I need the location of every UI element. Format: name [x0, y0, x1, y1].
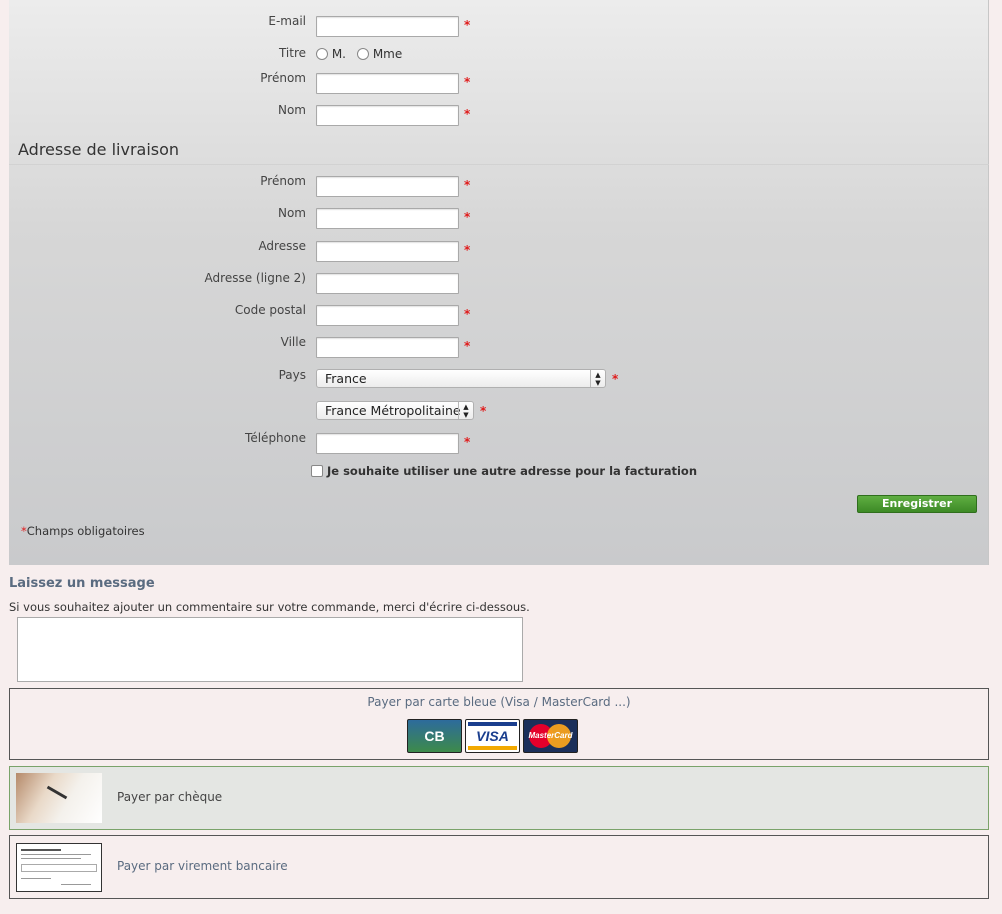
cb-logo-text: CB: [424, 728, 445, 744]
required-star: *: [464, 75, 471, 89]
select-arrows-icon: ▲ ▼: [590, 370, 605, 387]
titre-label: Titre: [278, 46, 306, 60]
address-form-panel: E-mail * Titre M. Mme Prénom * Nom * Adr…: [9, 0, 989, 565]
pay-card-label: Payer par carte bleue (Visa / MasterCard…: [367, 695, 631, 709]
visa-stripe-top: [468, 722, 517, 726]
titre-option-mme: Mme: [372, 47, 403, 61]
cb-card-logo: CB: [407, 719, 462, 753]
code-postal-label: Code postal: [234, 303, 306, 317]
visa-stripe-bottom: [468, 746, 517, 750]
billing-address-checkbox[interactable]: [311, 465, 323, 477]
pay-virement-option[interactable]: Payer par virement bancaire: [9, 835, 989, 899]
select-arrows-icon: ▲ ▼: [458, 402, 473, 419]
adresse-row: Adresse *: [9, 239, 988, 262]
adresse2-row: Adresse (ligne 2): [9, 271, 988, 294]
cheque-image: [16, 773, 102, 823]
doc-line-icon: [21, 849, 61, 851]
nom-row: Nom *: [9, 103, 988, 126]
email-row: E-mail *: [9, 14, 988, 37]
section-title-shipping: Adresse de livraison: [18, 140, 180, 159]
code-postal-row: Code postal *: [9, 303, 988, 326]
adresse2-input[interactable]: [316, 273, 459, 294]
shipping-nom-input[interactable]: [316, 208, 459, 229]
telephone-input[interactable]: [316, 433, 459, 454]
pay-cheque-option[interactable]: Payer par chèque: [9, 766, 989, 830]
message-title: Laissez un message: [9, 576, 155, 591]
region-row: France Métropolitaine ▲ ▼ *: [9, 400, 988, 422]
visa-card-logo: VISA: [465, 719, 520, 753]
titre-radio-m[interactable]: M.: [316, 47, 346, 61]
message-subtitle: Si vous souhaitez ajouter un commentaire…: [9, 600, 530, 614]
titre-row: Titre M. Mme: [9, 46, 988, 68]
telephone-row: Téléphone *: [9, 431, 988, 454]
doc-line-icon: [21, 854, 91, 855]
pays-select[interactable]: France ▲ ▼: [316, 369, 606, 388]
required-star: *: [464, 243, 471, 257]
radio-icon[interactable]: [357, 48, 369, 60]
doc-line-icon: [21, 858, 81, 859]
billing-address-checkbox-label[interactable]: Je souhaite utiliser une autre adresse p…: [327, 464, 697, 478]
pay-virement-label: Payer par virement bancaire: [117, 859, 288, 873]
doc-line-icon: [21, 878, 51, 879]
region-select-value: France Métropolitaine: [325, 403, 461, 418]
radio-icon[interactable]: [316, 48, 328, 60]
region-select[interactable]: France Métropolitaine ▲ ▼: [316, 401, 474, 420]
email-input[interactable]: [316, 16, 459, 37]
ville-input[interactable]: [316, 337, 459, 358]
required-star: *: [464, 210, 471, 224]
prenom-label: Prénom: [260, 71, 306, 85]
shipping-nom-row: Nom *: [9, 206, 988, 229]
prenom-row: Prénom *: [9, 71, 988, 94]
nom-label: Nom: [277, 103, 306, 117]
pay-cheque-label: Payer par chèque: [117, 790, 223, 804]
required-fields-note: *Champs obligatoires: [21, 524, 145, 538]
shipping-nom-label: Nom: [277, 206, 306, 220]
adresse2-label: Adresse (ligne 2): [204, 271, 306, 285]
email-label: E-mail: [268, 14, 306, 28]
required-star: *: [464, 107, 471, 121]
message-textarea[interactable]: [17, 617, 523, 682]
pays-row: Pays France ▲ ▼ *: [9, 368, 988, 390]
pays-label: Pays: [278, 368, 306, 382]
mastercard-logo-text: MasterCard: [528, 731, 573, 740]
adresse-label: Adresse: [258, 239, 306, 253]
required-star: *: [480, 404, 487, 418]
titre-radio-mme[interactable]: Mme: [357, 47, 402, 61]
section-divider: [9, 164, 989, 165]
prenom-input[interactable]: [316, 73, 459, 94]
shipping-prenom-row: Prénom *: [9, 174, 988, 197]
ville-row: Ville *: [9, 335, 988, 358]
nom-input[interactable]: [316, 105, 459, 126]
ville-label: Ville: [280, 335, 306, 349]
bank-transfer-image: [16, 843, 102, 892]
save-button[interactable]: Enregistrer: [857, 495, 977, 513]
visa-logo-text: VISA: [476, 728, 509, 744]
pen-icon: [46, 785, 68, 800]
mastercard-card-logo: MasterCard: [523, 719, 578, 753]
required-note-text: Champs obligatoires: [26, 524, 145, 538]
shipping-prenom-label: Prénom: [260, 174, 306, 188]
required-star: *: [612, 372, 619, 386]
code-postal-input[interactable]: [316, 305, 459, 326]
doc-table-icon: [21, 864, 97, 872]
telephone-label: Téléphone: [245, 431, 306, 445]
pay-card-option[interactable]: Payer par carte bleue (Visa / MasterCard…: [9, 688, 989, 760]
pays-select-value: France: [325, 371, 367, 386]
required-star: *: [464, 178, 471, 192]
required-star: *: [464, 339, 471, 353]
required-star: *: [464, 307, 471, 321]
shipping-prenom-input[interactable]: [316, 176, 459, 197]
doc-line-icon: [61, 884, 91, 885]
required-star: *: [464, 435, 471, 449]
required-star: *: [464, 18, 471, 32]
adresse-input[interactable]: [316, 241, 459, 262]
titre-option-m: M.: [331, 47, 346, 61]
